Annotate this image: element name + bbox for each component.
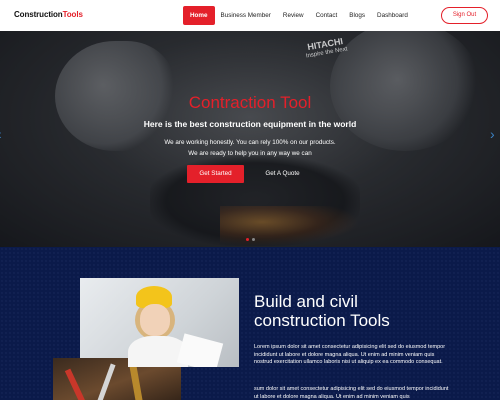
nav-dashboard[interactable]: Dashboard: [371, 6, 414, 25]
about-paragraph-2: sum dolor sit amet consectetur adipisici…: [254, 386, 449, 400]
hero-subtitle: Here is the best construction equipment …: [143, 119, 357, 129]
nav-home[interactable]: Home: [183, 6, 215, 25]
about-title-line-1: Build and civil: [254, 292, 358, 311]
hero-text-line-1: We are working honestly. You can rely 10…: [164, 139, 336, 146]
nav-contact[interactable]: Contact: [310, 6, 344, 25]
carousel-next-icon[interactable]: ›: [490, 127, 495, 141]
blueprint-paper: [176, 333, 224, 367]
get-a-quote-button[interactable]: Get A Quote: [254, 165, 311, 183]
hero-title: Contraction Tool: [188, 93, 312, 112]
nav-blogs[interactable]: Blogs: [343, 6, 371, 25]
main-menu: Home Business Member Review Contact Blog…: [183, 6, 414, 25]
carousel-dot-2[interactable]: [252, 238, 255, 241]
hero-carousel: HITACHI Inspire the Next Contraction Too…: [0, 31, 500, 247]
logo-text-construction: Construction: [14, 10, 63, 19]
about-section: Build and civil construction Tools Lorem…: [0, 247, 500, 400]
logo-text-tools: Tools: [62, 10, 83, 19]
sign-out-button[interactable]: Sign Out: [441, 7, 488, 24]
nav-review[interactable]: Review: [277, 6, 310, 25]
tool-handle-wood: [129, 365, 144, 400]
hero-text-line-2: We are ready to help you in any way we c…: [188, 150, 312, 157]
top-navbar: ConstructionTools Home Business Member R…: [0, 0, 500, 31]
carousel-indicators: [246, 238, 255, 241]
about-title-line-2: construction Tools: [254, 311, 390, 330]
nav-business-member[interactable]: Business Member: [215, 6, 277, 25]
tool-handle-silver: [95, 363, 116, 400]
get-started-button[interactable]: Get Started: [187, 165, 244, 183]
carousel-dot-1[interactable]: [246, 238, 249, 241]
engineer-woman-image: [80, 278, 239, 367]
tool-handle-red: [64, 368, 88, 400]
engineer-face: [140, 304, 170, 336]
site-logo[interactable]: ConstructionTools: [14, 10, 83, 19]
carousel-prev-icon[interactable]: ‹: [0, 127, 2, 141]
about-paragraph-1: Lorem ipsum dolor sit amet consectetur a…: [254, 344, 446, 366]
